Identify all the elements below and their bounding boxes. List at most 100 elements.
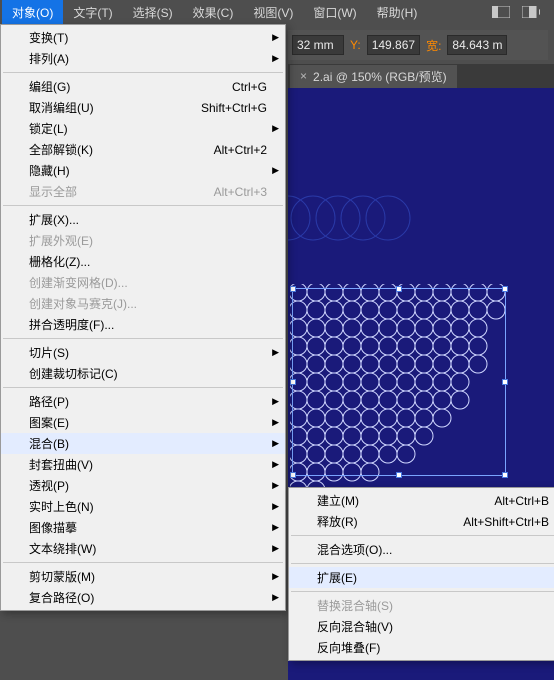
menu-item-label: 剪切蒙版(M) bbox=[29, 568, 95, 585]
blend-submenu-item-1[interactable]: 释放(R) Alt+Shift+Ctrl+B bbox=[289, 511, 554, 532]
object-menu-item-26[interactable]: 图像描摹▶ bbox=[1, 517, 285, 538]
object-menu-item-20[interactable]: 路径(P) ▶ bbox=[1, 391, 285, 412]
blend-submenu-item-9[interactable]: 反向堆叠(F) bbox=[289, 637, 554, 658]
menu-item-label: 拼合透明度(F)... bbox=[29, 316, 114, 333]
submenu-arrow-icon: ▶ bbox=[272, 543, 279, 554]
menu-item-label: 编组(G) bbox=[29, 78, 70, 95]
menu-effect[interactable]: 效果(C) bbox=[183, 0, 244, 25]
handle-ne[interactable] bbox=[502, 286, 508, 292]
menu-item-label: 文本绕排(W) bbox=[29, 540, 96, 557]
object-menu-item-21[interactable]: 图案(E)▶ bbox=[1, 412, 285, 433]
submenu-arrow-icon: ▶ bbox=[272, 417, 279, 428]
object-menu-item-1[interactable]: 排列(A)▶ bbox=[1, 48, 285, 69]
object-menu-item-11: 扩展外观(E) bbox=[1, 230, 285, 251]
blend-submenu-item-0[interactable]: 建立(M) Alt+Ctrl+B bbox=[289, 490, 554, 511]
menu-separator bbox=[3, 205, 283, 206]
submenu-arrow-icon: ▶ bbox=[272, 32, 279, 43]
menu-item-label: 路径(P) bbox=[29, 393, 69, 410]
object-menu-item-8: 显示全部Alt+Ctrl+3 bbox=[1, 181, 285, 202]
object-menu-item-23[interactable]: 封套扭曲(V)▶ bbox=[1, 454, 285, 475]
submenu-arrow-icon: ▶ bbox=[272, 53, 279, 64]
object-menu: 变换(T)▶排列(A)▶编组(G)Ctrl+G取消编组(U)Shift+Ctrl… bbox=[0, 24, 286, 611]
menu-select[interactable]: 选择(S) bbox=[123, 0, 183, 25]
workspace-icon[interactable] bbox=[522, 5, 540, 19]
handle-w[interactable] bbox=[290, 379, 296, 385]
menu-help[interactable]: 帮助(H) bbox=[367, 0, 428, 25]
tab-bar: × 2.ai @ 150% (RGB/预览) bbox=[288, 64, 554, 88]
ctrl-w-label: 宽: bbox=[424, 37, 443, 54]
menu-item-label: 实时上色(N) bbox=[29, 498, 94, 515]
menu-view[interactable]: 视图(V) bbox=[243, 0, 303, 25]
menu-item-label: 创建渐变网格(D)... bbox=[29, 274, 128, 291]
menu-window[interactable]: 窗口(W) bbox=[303, 0, 366, 25]
handle-n[interactable] bbox=[396, 286, 402, 292]
menu-object[interactable]: 对象(O) bbox=[2, 0, 63, 25]
submenu-arrow-icon: ▶ bbox=[272, 480, 279, 491]
menu-item-label: 创建对象马赛克(J)... bbox=[29, 295, 137, 312]
menu-item-label: 扩展外观(E) bbox=[29, 232, 93, 249]
menu-item-label: 建立(M) bbox=[317, 492, 359, 509]
close-icon[interactable]: × bbox=[300, 69, 307, 83]
menu-item-label: 释放(R) bbox=[317, 513, 358, 530]
ctrl-y-value[interactable]: 149.867 bbox=[367, 35, 420, 55]
blend-submenu-item-7: 替换混合轴(S) bbox=[289, 595, 554, 616]
menu-item-label: 混合(B) bbox=[29, 435, 69, 452]
object-menu-item-4[interactable]: 取消编组(U)Shift+Ctrl+G bbox=[1, 97, 285, 118]
menu-item-label: 替换混合轴(S) bbox=[317, 597, 393, 614]
submenu-arrow-icon: ▶ bbox=[272, 347, 279, 358]
ctrl-y-label: Y: bbox=[348, 38, 363, 52]
menu-item-label: 切片(S) bbox=[29, 344, 69, 361]
object-menu-item-5[interactable]: 锁定(L)▶ bbox=[1, 118, 285, 139]
menu-item-label: 扩展(X)... bbox=[29, 211, 79, 228]
menubar-right bbox=[492, 5, 554, 19]
handle-nw[interactable] bbox=[290, 286, 296, 292]
handle-se[interactable] bbox=[502, 472, 508, 478]
object-menu-item-22[interactable]: 混合(B)▶ bbox=[1, 433, 285, 454]
ctrl-value-1[interactable]: 32 mm bbox=[292, 35, 344, 55]
ctrl-w-value[interactable]: 84.643 m bbox=[447, 35, 507, 55]
submenu-arrow-icon: ▶ bbox=[272, 459, 279, 470]
menu-shortcut: Alt+Ctrl+3 bbox=[214, 185, 267, 199]
object-menu-item-13: 创建渐变网格(D)... bbox=[1, 272, 285, 293]
selection-bounds bbox=[292, 288, 506, 476]
layout-icon[interactable] bbox=[492, 5, 510, 19]
object-menu-item-18[interactable]: 创建裁切标记(C) bbox=[1, 363, 285, 384]
menu-separator bbox=[3, 562, 283, 563]
object-menu-item-12[interactable]: 栅格化(Z)... bbox=[1, 251, 285, 272]
blend-submenu-item-5[interactable]: 扩展(E) bbox=[289, 567, 554, 588]
submenu-arrow-icon: ▶ bbox=[272, 571, 279, 582]
blend-submenu-item-8[interactable]: 反向混合轴(V) bbox=[289, 616, 554, 637]
menu-item-label: 反向混合轴(V) bbox=[317, 618, 393, 635]
menu-separator bbox=[3, 338, 283, 339]
menu-shortcut: Alt+Ctrl+B bbox=[494, 494, 549, 508]
handle-sw[interactable] bbox=[290, 472, 296, 478]
object-menu-item-29[interactable]: 剪切蒙版(M) ▶ bbox=[1, 566, 285, 587]
object-menu-item-3[interactable]: 编组(G)Ctrl+G bbox=[1, 76, 285, 97]
blend-submenu-item-3[interactable]: 混合选项(O)... bbox=[289, 539, 554, 560]
object-menu-item-24[interactable]: 透视(P)▶ bbox=[1, 475, 285, 496]
menu-type[interactable]: 文字(T) bbox=[63, 0, 122, 25]
menu-item-label: 隐藏(H) bbox=[29, 162, 70, 179]
menu-item-label: 反向堆叠(F) bbox=[317, 639, 380, 656]
menu-item-label: 复合路径(O) bbox=[29, 589, 94, 606]
document-tab[interactable]: × 2.ai @ 150% (RGB/预览) bbox=[290, 65, 457, 88]
object-menu-item-15[interactable]: 拼合透明度(F)... bbox=[1, 314, 285, 335]
object-menu-item-10[interactable]: 扩展(X)... bbox=[1, 209, 285, 230]
submenu-arrow-icon: ▶ bbox=[272, 396, 279, 407]
object-menu-item-25[interactable]: 实时上色(N)▶ bbox=[1, 496, 285, 517]
menu-separator bbox=[3, 387, 283, 388]
menu-item-label: 变换(T) bbox=[29, 29, 68, 46]
menu-item-label: 栅格化(Z)... bbox=[29, 253, 90, 270]
menu-separator bbox=[291, 535, 554, 536]
object-menu-item-7[interactable]: 隐藏(H) ▶ bbox=[1, 160, 285, 181]
submenu-arrow-icon: ▶ bbox=[272, 123, 279, 134]
object-menu-item-0[interactable]: 变换(T) ▶ bbox=[1, 27, 285, 48]
object-menu-item-6[interactable]: 全部解锁(K)Alt+Ctrl+2 bbox=[1, 139, 285, 160]
object-menu-item-27[interactable]: 文本绕排(W) ▶ bbox=[1, 538, 285, 559]
object-menu-item-17[interactable]: 切片(S) ▶ bbox=[1, 342, 285, 363]
menu-shortcut: Alt+Shift+Ctrl+B bbox=[463, 515, 549, 529]
handle-e[interactable] bbox=[502, 379, 508, 385]
handle-s[interactable] bbox=[396, 472, 402, 478]
object-menu-item-30[interactable]: 复合路径(O)▶ bbox=[1, 587, 285, 608]
submenu-arrow-icon: ▶ bbox=[272, 165, 279, 176]
